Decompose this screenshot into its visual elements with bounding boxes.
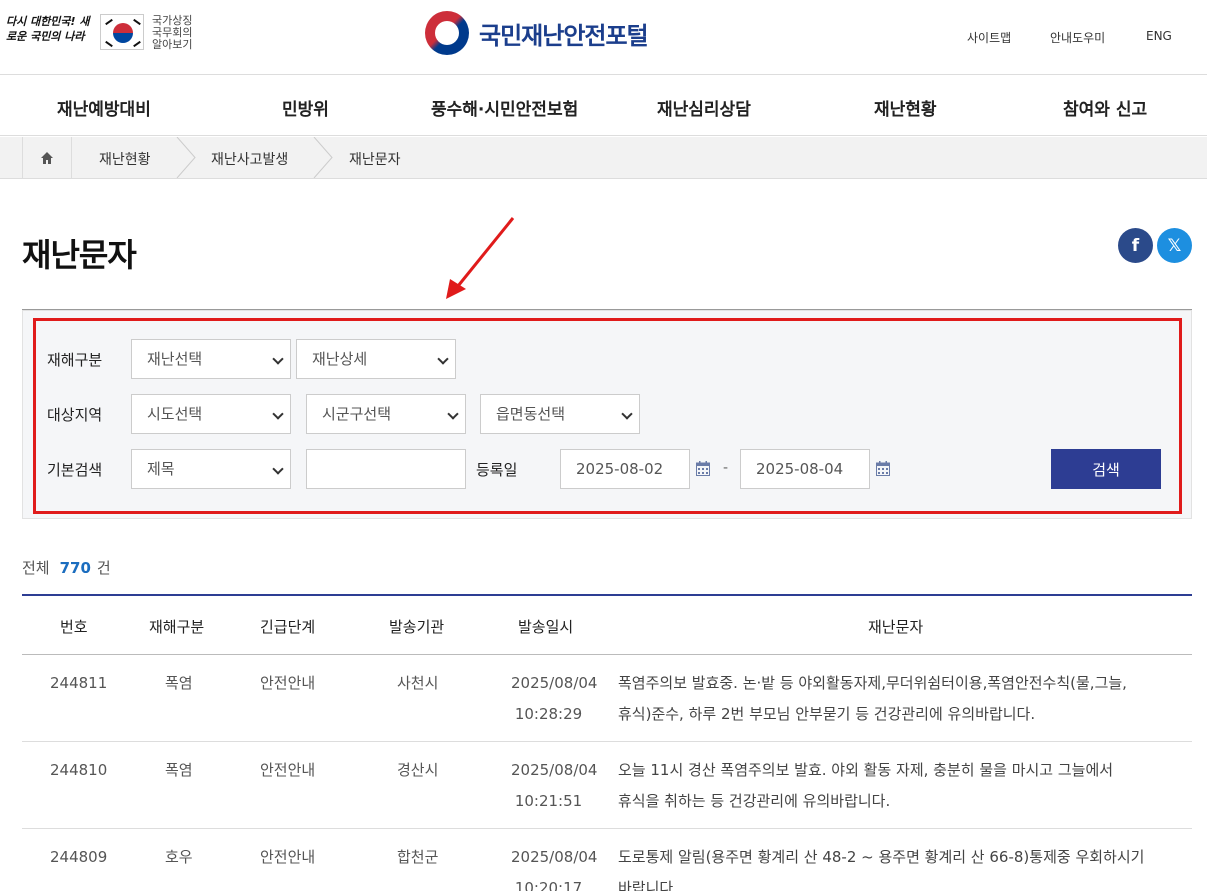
table-row[interactable]: 244810 폭염 안전안내 경산시 2025/08/04 10:21:51 오…	[22, 742, 1192, 829]
chevron-right-icon	[313, 137, 333, 178]
slogan-logo[interactable]: 다시 대한민국! 새로운 국민의 나라	[6, 14, 94, 44]
national-symbol-link[interactable]: 국가상징 국무회의 알아보기	[152, 15, 192, 51]
col-level: 긴급단계	[260, 618, 316, 636]
table-row[interactable]: 244811 폭염 안전안내 사천시 2025/08/04 10:28:29 폭…	[22, 655, 1192, 742]
col-no: 번호	[60, 618, 88, 636]
site-name: 국민재난안전포털	[479, 21, 649, 50]
total-count: 전체 770 건	[22, 557, 111, 578]
breadcrumb-current: 재난문자	[349, 152, 401, 168]
red-arrow-annotation	[446, 217, 515, 299]
cell-no: 244810	[50, 761, 108, 779]
table-header: 번호 재해구분 긴급단계 발송기관 발송일시 재난문자	[22, 596, 1192, 655]
main-nav: 재난예방대비 민방위 풍수해·시민안전보험 재난심리상담 재난현황 참여와 신고	[0, 76, 1207, 136]
message-line: 오늘 11시 경산 폭염주의보 발효. 야외 활동 자제, 충분히 물을 마시고…	[618, 761, 1114, 779]
x-share-button[interactable]: 𝕏	[1157, 228, 1192, 263]
home-link[interactable]	[22, 137, 72, 178]
nav-item-counseling[interactable]: 재난심리상담	[657, 95, 751, 120]
cell-date: 2025/08/04	[511, 761, 598, 779]
breadcrumb-item[interactable]: 재난사고발생	[211, 149, 288, 169]
site-header: 다시 대한민국! 새로운 국민의 나라 국가상징 국무회의 알아보기 국민재난안…	[0, 0, 1207, 75]
nav-item-status[interactable]: 재난현황	[874, 95, 937, 120]
cell-no: 244809	[50, 848, 108, 866]
cell-datetime: 2025/08/04 10:28:29	[511, 668, 598, 730]
total-prefix: 전체	[22, 559, 50, 577]
site-logo[interactable]: 국민재난안전포털	[425, 10, 649, 56]
breadcrumb-item[interactable]: 재난현황	[99, 149, 151, 169]
cell-agency: 합천군	[397, 848, 439, 866]
message-line: 휴식을 취하는 등 건강관리에 유의바랍니다.	[618, 792, 891, 810]
total-number: 770	[59, 559, 91, 577]
cell-date: 2025/08/04	[511, 848, 598, 866]
message-line: 바랍니다.	[618, 879, 678, 891]
message-line: 도로통제 알림(용주면 황계리 산 48-2 ~ 용주면 황계리 산 66-8)…	[618, 848, 1145, 866]
total-suffix: 건	[96, 559, 111, 577]
facebook-share-button[interactable]: f	[1118, 228, 1153, 263]
cell-datetime: 2025/08/04 10:21:51	[511, 755, 598, 817]
nav-item-report[interactable]: 참여와 신고	[1063, 95, 1147, 120]
sitemap-link[interactable]: 사이트맵	[967, 29, 1011, 46]
x-icon: 𝕏	[1167, 235, 1182, 256]
col-datetime: 발송일시	[518, 618, 574, 636]
cell-agency: 사천시	[397, 674, 439, 692]
cell-time: 10:20:17	[514, 879, 583, 891]
guide-link[interactable]: 안내도우미	[1050, 29, 1105, 46]
cell-datetime: 2025/08/04 10:20:17	[511, 842, 598, 891]
col-message: 재난문자	[868, 618, 924, 636]
message-line: 휴식)준수, 하루 2번 부모님 안부묻기 등 건강관리에 유의바랍니다.	[618, 705, 1036, 723]
red-highlight-box	[33, 318, 1182, 514]
disaster-message-table: 번호 재해구분 긴급단계 발송기관 발송일시 재난문자 244811 폭염 안전…	[22, 594, 1192, 891]
cell-no: 244811	[50, 674, 108, 692]
nav-item-prevention[interactable]: 재난예방대비	[57, 95, 151, 120]
message-line: 폭염주의보 발효중. 논·밭 등 야외활동자제,무더위쉼터이용,폭염안전수칙(물…	[618, 674, 1127, 692]
col-agency: 발송기관	[389, 618, 445, 636]
cell-level: 안전안내	[260, 761, 316, 779]
col-type: 재해구분	[149, 618, 205, 636]
symbol-text-line: 알아보기	[152, 38, 193, 51]
breadcrumb: 재난현황 재난사고발생 재난문자	[0, 137, 1207, 179]
cell-level: 안전안내	[260, 848, 316, 866]
facebook-icon: f	[1131, 235, 1140, 256]
nav-item-insurance[interactable]: 풍수해·시민안전보험	[431, 95, 578, 120]
cell-time: 10:21:51	[514, 792, 583, 810]
chevron-right-icon	[176, 137, 196, 178]
page-title: 재난문자	[22, 236, 137, 274]
cell-level: 안전안내	[260, 674, 316, 692]
cell-message[interactable]: 오늘 11시 경산 폭염주의보 발효. 야외 활동 자제, 충분히 물을 마시고…	[618, 755, 1168, 817]
government-emblem-icon	[425, 11, 469, 55]
cell-time: 10:28:29	[514, 705, 583, 723]
taegukgi-icon[interactable]	[100, 14, 144, 50]
cell-type: 폭염	[165, 761, 193, 779]
home-icon	[41, 151, 53, 164]
cell-message[interactable]: 폭염주의보 발효중. 논·밭 등 야외활동자제,무더위쉼터이용,폭염안전수칙(물…	[618, 668, 1168, 730]
nav-item-civil-defense[interactable]: 민방위	[282, 95, 329, 120]
cell-type: 폭염	[165, 674, 193, 692]
cell-agency: 경산시	[397, 761, 439, 779]
table-row[interactable]: 244809 호우 안전안내 합천군 2025/08/04 10:20:17 도…	[22, 829, 1192, 891]
cell-type: 호우	[165, 848, 193, 866]
cell-message[interactable]: 도로통제 알림(용주면 황계리 산 48-2 ~ 용주면 황계리 산 66-8)…	[618, 842, 1168, 891]
cell-date: 2025/08/04	[511, 674, 598, 692]
eng-link[interactable]: ENG	[1146, 29, 1172, 43]
